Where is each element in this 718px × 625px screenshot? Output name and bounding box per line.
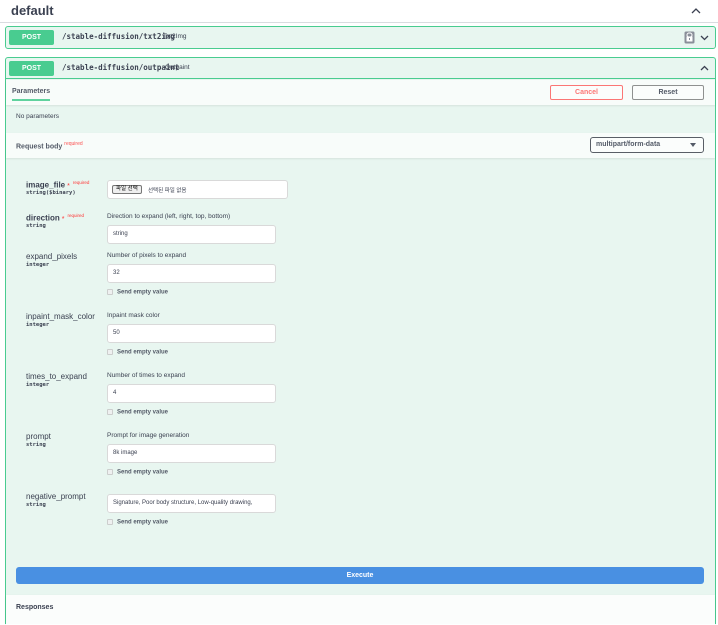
- responses-header: Responses: [6, 595, 715, 625]
- method-badge: POST: [9, 61, 54, 76]
- field-type: integer: [26, 322, 50, 328]
- tab-parameters[interactable]: Parameters: [12, 88, 51, 101]
- file-status: 선택된 파일 없음: [148, 188, 187, 194]
- send-empty-value-checkbox[interactable]: Send empty value: [107, 349, 168, 356]
- tag-section-header[interactable]: default: [0, 0, 718, 23]
- send-empty-value-checkbox[interactable]: Send empty value: [107, 289, 168, 296]
- field-type: string: [26, 502, 46, 508]
- field-name: image_file *required: [26, 180, 90, 190]
- content-type-value: multipart/form-data: [596, 141, 661, 148]
- times-to-expand-input[interactable]: 4: [107, 384, 276, 403]
- operation-txt2img: POST /stable-diffusion/txt2img Txt2Img: [5, 26, 716, 49]
- required-marker: required: [64, 141, 83, 147]
- field-type: string: [26, 223, 46, 229]
- operation-path: /stable-diffusion/outpaint: [62, 63, 180, 72]
- send-empty-value-checkbox[interactable]: Send empty value: [107, 409, 168, 416]
- cancel-button[interactable]: Cancel: [550, 85, 623, 100]
- no-parameters-text: No parameters: [16, 113, 59, 120]
- content-type-select[interactable]: multipart/form-data: [590, 137, 704, 153]
- field-name: negative_prompt: [26, 492, 86, 501]
- expand-pixels-input[interactable]: 32: [107, 264, 276, 283]
- request-body-header: Request body required multipart/form-data: [6, 133, 715, 158]
- operation-summary[interactable]: POST /stable-diffusion/outpaint Outpaint: [6, 58, 715, 79]
- field-name: inpaint_mask_color: [26, 312, 95, 321]
- field-description: Inpaint mask color: [107, 312, 160, 319]
- negative-prompt-input[interactable]: Signature, Poor body structure, Low-qual…: [107, 494, 276, 513]
- reset-button[interactable]: Reset: [632, 85, 704, 100]
- field-type: integer: [26, 262, 50, 268]
- chevron-down-icon[interactable]: [699, 32, 710, 43]
- chevron-up-icon[interactable]: [690, 5, 702, 17]
- operation-outpaint: POST /stable-diffusion/outpaint Outpaint…: [5, 57, 716, 625]
- field-type: string($binary): [26, 190, 76, 196]
- direction-input[interactable]: string: [107, 225, 276, 244]
- file-input[interactable]: 파일 선택 선택된 파일 없음: [107, 180, 288, 199]
- tag-title: default: [11, 3, 54, 18]
- field-name: prompt: [26, 432, 51, 441]
- operation-description: Outpaint: [165, 64, 190, 71]
- field-type: string: [26, 442, 46, 448]
- field-description: Number of pixels to expand: [107, 252, 187, 259]
- field-name: times_to_expand: [26, 372, 87, 381]
- responses-title: Responses: [16, 604, 54, 611]
- inpaint-mask-color-input[interactable]: 50: [107, 324, 276, 343]
- operation-path: /stable-diffusion/txt2img: [62, 32, 175, 41]
- operation-summary[interactable]: POST /stable-diffusion/txt2img Txt2Img: [6, 27, 715, 48]
- lock-icon[interactable]: [684, 31, 695, 44]
- field-description: Direction to expand (left, right, top, b…: [107, 213, 231, 220]
- execute-button[interactable]: Execute: [16, 567, 704, 584]
- prompt-input[interactable]: 8k image: [107, 444, 276, 463]
- send-empty-value-checkbox[interactable]: Send empty value: [107, 519, 168, 526]
- field-name: direction *required: [26, 213, 85, 223]
- send-empty-value-checkbox[interactable]: Send empty value: [107, 469, 168, 476]
- operation-description: Txt2Img: [163, 33, 187, 40]
- field-name: expand_pixels: [26, 252, 78, 261]
- field-type: integer: [26, 382, 50, 388]
- parameters-header: Parameters Cancel Reset: [6, 80, 715, 105]
- chevron-up-icon[interactable]: [699, 63, 710, 74]
- chevron-down-icon: [690, 143, 696, 147]
- field-description: Prompt for image generation: [107, 432, 190, 439]
- choose-file-button[interactable]: 파일 선택: [112, 185, 142, 194]
- method-badge: POST: [9, 30, 54, 45]
- request-body-title: Request body required: [16, 141, 83, 151]
- field-description: Number of times to expand: [107, 372, 186, 379]
